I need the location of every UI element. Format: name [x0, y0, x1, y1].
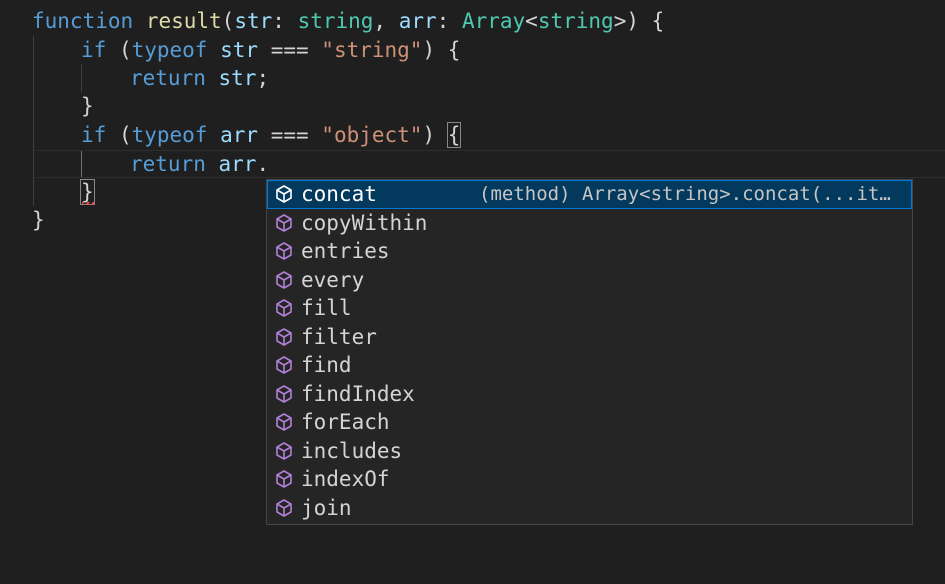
suggestion-item[interactable]: find — [267, 351, 912, 380]
suggestion-item[interactable]: indexOf — [267, 465, 912, 494]
code-line-4: } — [81, 94, 94, 118]
suggestion-label: find — [301, 353, 352, 378]
suggestion-item[interactable]: concat (method) Array<string>.concat(...i… — [267, 180, 912, 209]
suggestion-label: forEach — [301, 410, 390, 435]
suggestion-label: every — [301, 267, 365, 292]
keyword: function — [32, 9, 134, 33]
code-line-1: function result(str: string, arr: Array<… — [32, 9, 665, 33]
method-cube-icon — [276, 242, 292, 261]
code-line-2: if (typeof str === "string") { — [81, 38, 461, 62]
string-literal: "string" — [321, 38, 423, 62]
method-cube-icon — [276, 270, 292, 289]
suggestion-label: indexOf — [301, 467, 390, 492]
operator: === — [270, 38, 309, 62]
method-cube-icon — [276, 384, 292, 403]
code-line-3: return str; — [130, 66, 270, 90]
suggestion-item[interactable]: findIndex — [267, 380, 912, 409]
suggestion-label: includes — [301, 438, 403, 463]
type: string — [297, 9, 374, 33]
identifier: str — [220, 38, 259, 62]
suggestion-label: findIndex — [301, 381, 415, 406]
param: arr — [398, 9, 437, 33]
string-literal: "object" — [321, 123, 423, 147]
suggestion-label: entries — [301, 239, 390, 264]
suggestion-item[interactable]: forEach — [267, 408, 912, 437]
method-cube-icon — [276, 327, 292, 346]
suggestion-item[interactable]: filter — [267, 323, 912, 352]
method-cube-icon — [276, 441, 292, 460]
method-cube-icon — [276, 356, 292, 375]
code-line-5: if (typeof arr === "object") { — [81, 122, 462, 148]
method-cube-icon — [276, 299, 292, 318]
suggestion-item[interactable]: includes — [267, 437, 912, 466]
indent-guide — [81, 64, 82, 92]
matched-bracket: } — [80, 179, 95, 205]
keyword: typeof — [131, 38, 208, 62]
suggestion-label: filter — [301, 324, 377, 349]
method-cube-icon — [276, 470, 292, 489]
keyword: if — [81, 123, 107, 147]
type: Array — [461, 9, 526, 33]
error-squiggle — [82, 202, 94, 205]
code-line-6: return arr. — [130, 152, 270, 176]
function-name: result — [145, 9, 222, 33]
method-cube-icon — [276, 185, 292, 204]
method-cube-icon — [276, 498, 292, 517]
suggestion-label: join — [301, 495, 352, 520]
method-cube-icon — [276, 213, 292, 232]
suggestion-label: concat — [301, 182, 377, 207]
keyword: return — [130, 152, 206, 176]
param: str — [234, 9, 273, 33]
suggestion-item[interactable]: every — [267, 266, 912, 295]
keyword: if — [81, 38, 107, 62]
suggestion-item[interactable]: copyWithin — [267, 209, 912, 238]
suggestion-item[interactable]: join — [267, 494, 912, 523]
type: string — [537, 9, 614, 33]
indent-guide — [33, 36, 34, 206]
code-line-8: } — [32, 208, 45, 232]
keyword: typeof — [131, 123, 208, 147]
keyword: return — [130, 66, 206, 90]
suggestion-label: fill — [301, 296, 352, 321]
suggestion-widget[interactable]: concat (method) Array<string>.concat(...i… — [266, 179, 913, 525]
suggestion-label: copyWithin — [301, 210, 428, 235]
identifier: str — [218, 66, 257, 90]
identifier: arr — [220, 123, 259, 147]
suggestion-detail: (method) Array<string>.concat(...items:… — [479, 183, 898, 206]
operator: === — [270, 123, 309, 147]
method-cube-icon — [276, 413, 292, 432]
identifier: arr — [218, 152, 257, 176]
suggestion-item[interactable]: entries — [267, 237, 912, 266]
matched-bracket: { — [446, 122, 462, 148]
suggestion-item[interactable]: fill — [267, 294, 912, 323]
